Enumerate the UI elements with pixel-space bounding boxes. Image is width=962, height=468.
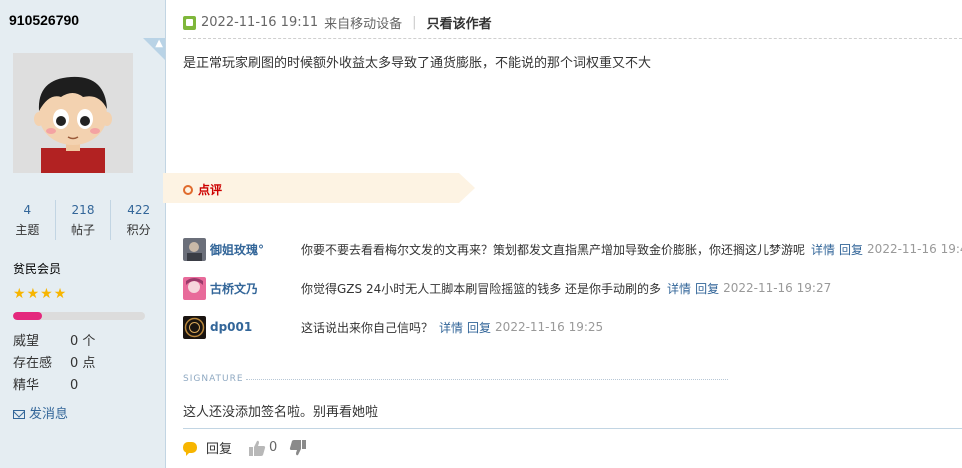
stat-label: 帖子	[71, 223, 96, 237]
comment-text: 你要不要去看看梅尔文发的文再来？策划都发文直指黑产增加导致金价膨胀，你还搁这儿梦…	[301, 242, 806, 257]
like-count: 0	[269, 440, 278, 455]
commenter-name[interactable]: 古桥文乃	[210, 280, 301, 297]
comment-reply-link[interactable]: 回复	[839, 241, 863, 258]
stat-points[interactable]: 422 积分	[111, 200, 165, 240]
signature-label: SIGNATURE	[183, 374, 244, 384]
send-message-label: 发消息	[29, 407, 69, 422]
user-sidebar: 910526790 ▲ 4 主题 218 帖子 422 积分 贫民会员 ★★★★…	[0, 0, 166, 468]
rank-progress-fill	[13, 312, 43, 320]
rating-comment: 古桥文乃 你觉得GZS 24小时无人工脚本刷冒险摇篮的钱多 还是你手动刷的多 详…	[183, 275, 962, 301]
post-source: 来自移动设备	[324, 17, 403, 32]
comment-detail-link[interactable]: 详情	[667, 280, 691, 297]
signature-text: 这人还没添加签名啦。别再看她啦	[183, 405, 379, 420]
user-rank: 贫民会员	[13, 262, 62, 276]
username[interactable]: 910526790	[9, 12, 79, 28]
stat-value: 218	[71, 203, 95, 217]
attr-value: 0 个	[70, 334, 96, 349]
footer-divider	[183, 428, 962, 429]
rating-title: 点评	[183, 181, 222, 198]
commenter-name[interactable]: dp001	[210, 320, 301, 334]
rank-progress-bar	[13, 312, 145, 320]
thumbs-up-icon[interactable]	[248, 439, 266, 457]
commenter-avatar[interactable]	[183, 315, 206, 339]
commenter-avatar[interactable]	[183, 276, 206, 300]
star-icon: ★	[26, 286, 41, 302]
star-icon: ★	[13, 286, 27, 302]
post-body: 2022-11-16 19:11 来自移动设备 | 只看该作者 是正常玩家刷图的…	[163, 0, 962, 468]
avatar[interactable]	[13, 53, 133, 173]
stat-label: 积分	[126, 223, 151, 237]
comment-time: 2022-11-16 19:27	[723, 281, 832, 295]
comment-text: 这话说出来你自己信吗？	[301, 320, 434, 335]
rating-comment: dp001 这话说出来你自己信吗？ 详情 回复 2022-11-16 19:25	[183, 314, 962, 340]
reply-bubble-icon	[183, 442, 197, 456]
attr-presence: 存在感 0 点	[13, 352, 153, 371]
stat-label: 主题	[15, 223, 40, 237]
user-stats: 4 主题 218 帖子 422 积分	[0, 200, 165, 240]
attr-prestige: 威望 0 个	[13, 330, 153, 349]
comment-reply-link[interactable]: 回复	[467, 319, 491, 336]
header-divider	[183, 38, 962, 39]
attr-key: 存在感	[13, 356, 53, 371]
attr-key: 威望	[13, 334, 40, 349]
comment-time: 2022-11-16 19:25	[495, 320, 604, 334]
star-icon: ★	[40, 286, 54, 302]
author-only-link[interactable]: 只看该作者	[427, 13, 492, 32]
attr-value: 0	[70, 378, 79, 393]
comment-detail-link[interactable]: 详情	[811, 241, 835, 258]
reply-button[interactable]: 回复	[206, 438, 232, 457]
star-icon: ★	[53, 286, 68, 302]
comment-time: 2022-11-16 19:4	[867, 242, 962, 256]
mobile-icon	[183, 15, 196, 30]
stat-topics[interactable]: 4 主题	[0, 200, 56, 240]
comment-text: 你觉得GZS 24小时无人工脚本刷冒险摇篮的钱多 还是你手动刷的多	[301, 281, 662, 296]
send-message-link[interactable]: 发消息	[13, 403, 68, 422]
comment-detail-link[interactable]: 详情	[439, 319, 463, 336]
avatar-image	[13, 53, 133, 173]
rating-comment: 御姐玫瑰° 你要不要去看看梅尔文发的文再来？策划都发文直指黑产增加导致金价膨胀，…	[183, 236, 962, 262]
post-datetime: 2022-11-16 19:11	[201, 15, 319, 30]
thumbs-down-icon[interactable]	[289, 439, 307, 457]
post-footer: 回复 0	[183, 438, 310, 457]
attr-value: 0 点	[70, 356, 96, 371]
post-header: 2022-11-16 19:11 来自移动设备 | 只看该作者	[183, 13, 492, 32]
commenter-name[interactable]: 御姐玫瑰°	[210, 241, 301, 258]
post-content: 是正常玩家刷图的时候额外收益太多导致了通货膨胀，不能说的那个词权重又不大	[183, 56, 652, 71]
signature-dots	[245, 378, 728, 380]
header-separator: |	[412, 15, 417, 30]
stat-value: 422	[127, 203, 151, 217]
android-icon: ▲	[155, 38, 163, 49]
attr-key: 精华	[13, 378, 40, 393]
attr-essence: 精华 0	[13, 374, 153, 393]
rank-stars: ★★★★	[13, 286, 67, 302]
circle-icon	[183, 185, 193, 195]
stat-posts[interactable]: 218 帖子	[56, 200, 112, 240]
signature-divider: SIGNATURE	[183, 374, 728, 384]
commenter-avatar[interactable]	[183, 237, 206, 261]
envelope-icon	[13, 410, 25, 419]
rating-title-label: 点评	[198, 183, 223, 197]
stat-value: 4	[23, 203, 32, 217]
comment-reply-link[interactable]: 回复	[695, 280, 719, 297]
